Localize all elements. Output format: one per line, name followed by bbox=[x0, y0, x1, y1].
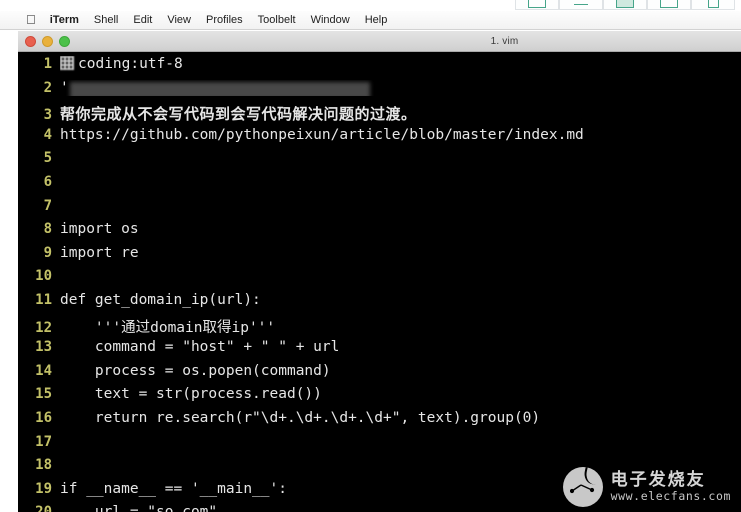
menu-item-toolbelt[interactable]: Toolbelt bbox=[258, 14, 296, 26]
toolbar-button-5[interactable] bbox=[691, 0, 735, 10]
line-text: https://github.com/pythonpeixun/article/… bbox=[60, 127, 741, 143]
line-text: 帮你完成从不会写代码到会写代码解决问题的过渡。 bbox=[60, 103, 741, 124]
line-number: 5 bbox=[43, 150, 52, 167]
line-text: process = os.popen(command) bbox=[60, 363, 741, 379]
code-line: 4 https://github.com/pythonpeixun/article… bbox=[18, 127, 741, 151]
menu-item-window[interactable]: Window bbox=[311, 14, 350, 26]
line-text-body: def get_domain_ip(url): bbox=[60, 291, 261, 308]
line-text: return re.search(r"\d+.\d+.\d+.\d+", tex… bbox=[60, 410, 741, 426]
code-line: 17 bbox=[18, 434, 741, 458]
line-number: 2 bbox=[43, 79, 52, 96]
line-number: 10 bbox=[35, 268, 52, 285]
code-line: 12 '''通过domain取得ip''' bbox=[18, 316, 741, 340]
line-text: coding:utf-8 bbox=[60, 56, 741, 72]
code-line: 16 return re.search(r"\d+.\d+.\d+.\d+", … bbox=[18, 410, 741, 434]
line-text-body: if __name__ == '__main__': bbox=[60, 480, 287, 497]
code-line: 10 bbox=[18, 268, 741, 292]
watermark-url: www.elecfans.com bbox=[610, 489, 731, 504]
macos-menu-bar:  iTerm Shell Edit View Profiles Toolbel… bbox=[0, 11, 741, 30]
line-text-body: url = "so.com" bbox=[60, 504, 217, 512]
toolbar-button-2[interactable] bbox=[559, 0, 603, 10]
line-text-body: command = "host" + " " + url bbox=[60, 339, 340, 356]
filled-tray-icon bbox=[616, 0, 634, 8]
line-number: 15 bbox=[35, 386, 52, 403]
line-text-body: import os bbox=[60, 221, 139, 238]
line-text: command = "host" + " " + url bbox=[60, 339, 741, 355]
line-text: '''通过domain取得ip''' bbox=[60, 316, 741, 337]
line-text-body: coding:utf-8 bbox=[78, 56, 183, 72]
line-text: import os bbox=[60, 221, 741, 237]
watermark: 电子发烧友 www.elecfans.com bbox=[562, 467, 731, 507]
watermark-brand: 电子发烧友 bbox=[610, 469, 706, 490]
tray-icon bbox=[528, 0, 546, 8]
line-number: 18 bbox=[35, 457, 52, 474]
code-line: 2 ' bbox=[18, 80, 741, 104]
code-editor-lines: 1 coding:utf-8 2 ' 3 帮你完成从不会写代码到会写代码解决问题的过渡。 4… bbox=[18, 56, 741, 512]
line-number: 7 bbox=[43, 197, 52, 214]
code-line: 5 bbox=[18, 150, 741, 174]
line-number: 13 bbox=[35, 339, 52, 356]
line-text-body: '''通过domain取得ip''' bbox=[60, 319, 276, 336]
line-number: 1 bbox=[43, 56, 52, 72]
line-number: 17 bbox=[35, 433, 52, 450]
toolbar-button-group bbox=[515, 0, 735, 10]
line-number: 20 bbox=[18, 504, 60, 512]
code-line: 6 bbox=[18, 174, 741, 198]
toolbar-button-1[interactable] bbox=[515, 0, 559, 10]
code-line: 7 bbox=[18, 198, 741, 222]
toolbar-button-3[interactable] bbox=[603, 0, 647, 10]
window-title-bar[interactable]: 1. vim bbox=[18, 31, 741, 52]
comment-hash-icon bbox=[60, 56, 74, 70]
code-line: 11 def get_domain_ip(url): bbox=[18, 292, 741, 316]
menu-item-edit[interactable]: Edit bbox=[133, 14, 152, 26]
code-line: 9 import re bbox=[18, 245, 741, 269]
code-line: 13 command = "host" + " " + url bbox=[18, 339, 741, 363]
line-number: 6 bbox=[43, 173, 52, 190]
apple-logo-icon[interactable]:  bbox=[26, 13, 36, 26]
redaction-block bbox=[70, 81, 370, 96]
line-number: 12 bbox=[35, 319, 52, 336]
toolbar-button-4[interactable] bbox=[647, 0, 691, 10]
minus-lines-icon bbox=[574, 4, 588, 8]
line-text: def get_domain_ip(url): bbox=[60, 292, 741, 308]
line-number: 8 bbox=[43, 221, 52, 238]
line-text-body: return re.search(r"\d+.\d+.\d+.\d+", tex… bbox=[60, 409, 541, 426]
elecfans-flame-circuit-logo-icon bbox=[562, 467, 603, 507]
line-number: 4 bbox=[43, 126, 52, 143]
code-line: 14 process = os.popen(command) bbox=[18, 363, 741, 387]
menu-item-help[interactable]: Help bbox=[365, 14, 388, 26]
code-line: 8 import os bbox=[18, 221, 741, 245]
line-text: import re bbox=[60, 245, 741, 261]
line-text-body: https://github.com/pythonpeixun/article/… bbox=[60, 126, 584, 143]
line-number: 3 bbox=[43, 107, 52, 124]
iterm-window: 1. vim 1 coding:utf-8 2 ' 3 帮你完成从不会写代码到会写代码解决… bbox=[18, 31, 741, 512]
line-text-body: import re bbox=[60, 244, 139, 261]
top-toolbar-strip bbox=[0, 0, 741, 11]
small-box-icon bbox=[707, 0, 719, 8]
line-number: 19 bbox=[35, 480, 52, 497]
code-line: 15 text = str(process.read()) bbox=[18, 386, 741, 410]
code-line: 3 帮你完成从不会写代码到会写代码解决问题的过渡。 bbox=[18, 103, 741, 127]
line-text-body: process = os.popen(command) bbox=[60, 362, 331, 379]
line-number: 11 bbox=[35, 291, 52, 308]
code-line: 1 coding:utf-8 bbox=[18, 56, 741, 80]
terminal-content[interactable]: 1 coding:utf-8 2 ' 3 帮你完成从不会写代码到会写代码解决问题的过渡。 4… bbox=[18, 52, 741, 512]
line-text-body: 帮你完成从不会写代码到会写代码解决问题的过渡。 bbox=[60, 105, 417, 124]
line-text: ' bbox=[60, 80, 741, 96]
circuit-lines-icon bbox=[569, 484, 594, 494]
line-text: text = str(process.read()) bbox=[60, 386, 741, 402]
tray-icon bbox=[660, 0, 678, 8]
line-text-body: text = str(process.read()) bbox=[60, 386, 322, 403]
watermark-text: 电子发烧友 www.elecfans.com bbox=[610, 469, 731, 504]
line-number: 14 bbox=[35, 362, 52, 379]
menu-item-iterm[interactable]: iTerm bbox=[50, 14, 79, 26]
menu-item-profiles[interactable]: Profiles bbox=[206, 14, 243, 26]
window-title: 1. vim bbox=[490, 35, 519, 47]
menu-item-view[interactable]: View bbox=[167, 14, 191, 26]
line-number: 16 bbox=[35, 409, 52, 426]
menu-item-shell[interactable]: Shell bbox=[94, 14, 118, 26]
line-text-body: ' bbox=[60, 79, 69, 96]
line-number: 9 bbox=[43, 244, 52, 261]
